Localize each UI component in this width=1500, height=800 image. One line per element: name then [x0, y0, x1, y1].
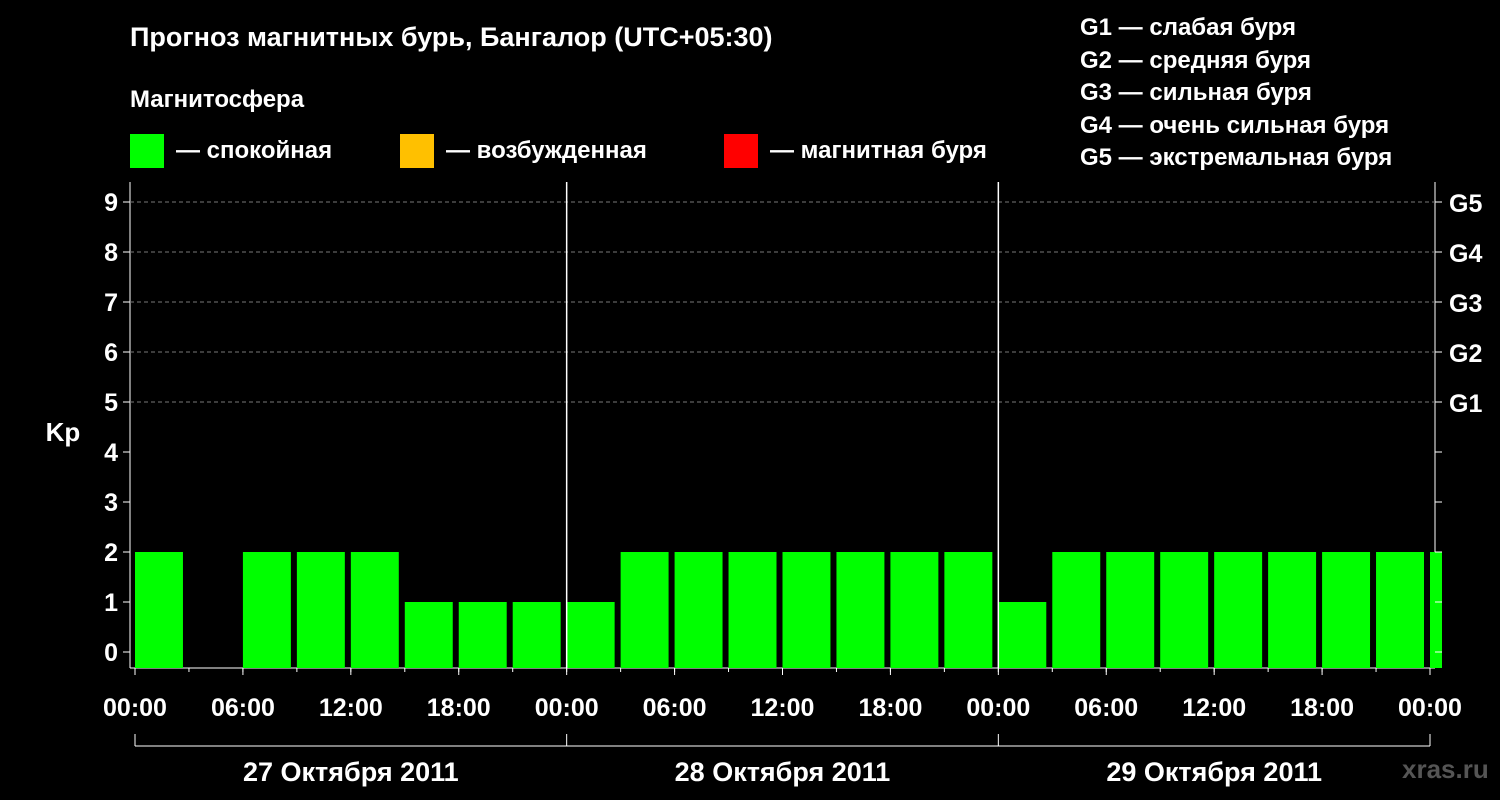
bar [728, 552, 777, 668]
bar [1160, 552, 1209, 668]
bar [458, 602, 507, 668]
x-tick-label: 00:00 [966, 694, 1030, 722]
x-tick-label: 00:00 [535, 694, 599, 722]
bar [350, 552, 399, 668]
g-scale-label: G3 [1449, 290, 1482, 318]
x-tick-label: 06:00 [643, 694, 707, 722]
bar [404, 602, 453, 668]
x-tick-label: 18:00 [1290, 694, 1354, 722]
bar [1052, 552, 1101, 668]
x-tick-label: 18:00 [427, 694, 491, 722]
y-axis-label: Kp [46, 417, 81, 447]
bar [1376, 552, 1424, 668]
x-tick-label: 06:00 [211, 694, 275, 722]
bar [296, 552, 345, 668]
day-label: 29 Октября 2011 [1106, 757, 1322, 787]
bar [566, 602, 615, 668]
y-tick-label: 4 [104, 439, 118, 467]
y-tick-label: 2 [104, 539, 118, 567]
x-tick-label: 12:00 [319, 694, 383, 722]
bar [1430, 552, 1442, 668]
y-tick-label: 6 [104, 339, 118, 367]
day-label: 27 Октября 2011 [243, 757, 459, 787]
y-tick-label: 9 [104, 189, 118, 217]
g-scale-label: G2 [1449, 340, 1482, 368]
bar [674, 552, 723, 668]
x-tick-label: 06:00 [1074, 694, 1138, 722]
bar [512, 602, 561, 668]
bar [1214, 552, 1263, 668]
g-scale-label: G5 [1449, 190, 1482, 218]
day-label: 28 Октября 2011 [675, 757, 891, 787]
y-tick-label: 3 [104, 489, 118, 517]
g-scale-label: G1 [1449, 390, 1482, 418]
y-tick-label: 1 [104, 589, 118, 617]
y-tick-label: 8 [104, 239, 118, 267]
bar [890, 552, 939, 668]
x-tick-label: 00:00 [1398, 694, 1462, 722]
bar [242, 552, 291, 668]
bar [998, 602, 1047, 668]
x-tick-label: 12:00 [1182, 694, 1246, 722]
bar [1106, 552, 1155, 668]
bar [1322, 552, 1371, 668]
y-tick-label: 5 [104, 389, 118, 417]
bar [944, 552, 993, 668]
bar [135, 552, 183, 668]
bar [1268, 552, 1317, 668]
g-scale-label: G4 [1449, 240, 1482, 268]
kp-chart: 0 1 2 3 4 5 6 7 8 9 G1 G2 G3 G4 G5 Kp 00:00 06:00 12:00 18:… [46, 182, 1482, 787]
bar [836, 552, 885, 668]
y-tick-label: 0 [104, 639, 118, 667]
y-tick-label: 7 [104, 289, 118, 317]
bar [620, 552, 669, 668]
x-tick-label: 18:00 [858, 694, 922, 722]
x-tick-label: 00:00 [103, 694, 167, 722]
watermark: xras.ru [1402, 754, 1489, 784]
bar [782, 552, 831, 668]
x-tick-label: 12:00 [751, 694, 815, 722]
